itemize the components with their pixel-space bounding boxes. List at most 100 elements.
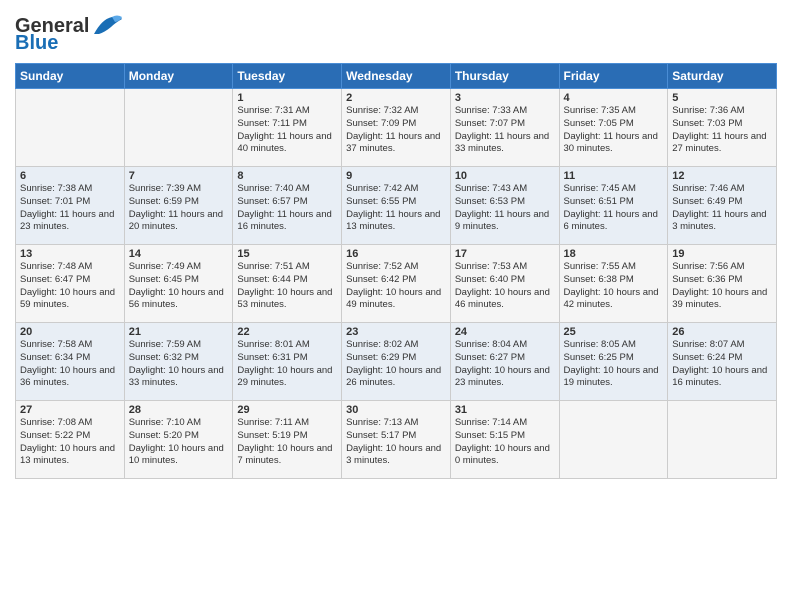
calendar-cell: 3Sunrise: 7:33 AM Sunset: 7:07 PM Daylig… [450, 89, 559, 167]
day-info: Sunrise: 7:45 AM Sunset: 6:51 PM Dayligh… [564, 183, 664, 234]
day-number: 1 [237, 92, 337, 104]
day-info: Sunrise: 7:36 AM Sunset: 7:03 PM Dayligh… [672, 105, 772, 156]
day-number: 5 [672, 92, 772, 104]
calendar-cell: 2Sunrise: 7:32 AM Sunset: 7:09 PM Daylig… [342, 89, 451, 167]
col-header-sunday: Sunday [16, 64, 125, 89]
calendar-cell: 6Sunrise: 7:38 AM Sunset: 7:01 PM Daylig… [16, 167, 125, 245]
day-info: Sunrise: 7:58 AM Sunset: 6:34 PM Dayligh… [20, 339, 120, 390]
col-header-monday: Monday [124, 64, 233, 89]
page-container: General Blue SundayMondayTuesdayWednesda… [0, 0, 792, 489]
calendar-cell: 7Sunrise: 7:39 AM Sunset: 6:59 PM Daylig… [124, 167, 233, 245]
calendar-cell: 16Sunrise: 7:52 AM Sunset: 6:42 PM Dayli… [342, 245, 451, 323]
week-row: 1Sunrise: 7:31 AM Sunset: 7:11 PM Daylig… [16, 89, 777, 167]
calendar-cell: 9Sunrise: 7:42 AM Sunset: 6:55 PM Daylig… [342, 167, 451, 245]
day-number: 28 [129, 404, 229, 416]
day-number: 3 [455, 92, 555, 104]
day-info: Sunrise: 7:08 AM Sunset: 5:22 PM Dayligh… [20, 417, 120, 468]
day-info: Sunrise: 7:39 AM Sunset: 6:59 PM Dayligh… [129, 183, 229, 234]
day-number: 8 [237, 170, 337, 182]
day-info: Sunrise: 7:11 AM Sunset: 5:19 PM Dayligh… [237, 417, 337, 468]
header-row: SundayMondayTuesdayWednesdayThursdayFrid… [16, 64, 777, 89]
day-info: Sunrise: 7:59 AM Sunset: 6:32 PM Dayligh… [129, 339, 229, 390]
day-number: 11 [564, 170, 664, 182]
day-info: Sunrise: 7:33 AM Sunset: 7:07 PM Dayligh… [455, 105, 555, 156]
day-number: 17 [455, 248, 555, 260]
col-header-wednesday: Wednesday [342, 64, 451, 89]
calendar-cell: 1Sunrise: 7:31 AM Sunset: 7:11 PM Daylig… [233, 89, 342, 167]
page-header: General Blue [15, 10, 777, 55]
calendar-cell: 4Sunrise: 7:35 AM Sunset: 7:05 PM Daylig… [559, 89, 668, 167]
day-info: Sunrise: 7:31 AM Sunset: 7:11 PM Dayligh… [237, 105, 337, 156]
calendar-cell: 13Sunrise: 7:48 AM Sunset: 6:47 PM Dayli… [16, 245, 125, 323]
day-info: Sunrise: 7:38 AM Sunset: 7:01 PM Dayligh… [20, 183, 120, 234]
day-number: 25 [564, 326, 664, 338]
calendar-cell: 12Sunrise: 7:46 AM Sunset: 6:49 PM Dayli… [668, 167, 777, 245]
day-info: Sunrise: 7:43 AM Sunset: 6:53 PM Dayligh… [455, 183, 555, 234]
day-number: 13 [20, 248, 120, 260]
day-number: 2 [346, 92, 446, 104]
day-number: 30 [346, 404, 446, 416]
calendar-cell: 22Sunrise: 8:01 AM Sunset: 6:31 PM Dayli… [233, 323, 342, 401]
calendar-cell [16, 89, 125, 167]
logo-wrapper: General Blue [15, 14, 124, 55]
day-number: 19 [672, 248, 772, 260]
day-info: Sunrise: 7:55 AM Sunset: 6:38 PM Dayligh… [564, 261, 664, 312]
day-info: Sunrise: 7:48 AM Sunset: 6:47 PM Dayligh… [20, 261, 120, 312]
calendar-cell: 25Sunrise: 8:05 AM Sunset: 6:25 PM Dayli… [559, 323, 668, 401]
calendar-cell: 18Sunrise: 7:55 AM Sunset: 6:38 PM Dayli… [559, 245, 668, 323]
week-row: 20Sunrise: 7:58 AM Sunset: 6:34 PM Dayli… [16, 323, 777, 401]
calendar-cell: 24Sunrise: 8:04 AM Sunset: 6:27 PM Dayli… [450, 323, 559, 401]
day-info: Sunrise: 7:42 AM Sunset: 6:55 PM Dayligh… [346, 183, 446, 234]
day-number: 7 [129, 170, 229, 182]
day-number: 29 [237, 404, 337, 416]
col-header-saturday: Saturday [668, 64, 777, 89]
logo-bird-icon [92, 14, 124, 38]
day-info: Sunrise: 7:52 AM Sunset: 6:42 PM Dayligh… [346, 261, 446, 312]
calendar-cell [124, 89, 233, 167]
day-number: 4 [564, 92, 664, 104]
day-info: Sunrise: 7:13 AM Sunset: 5:17 PM Dayligh… [346, 417, 446, 468]
calendar-cell: 8Sunrise: 7:40 AM Sunset: 6:57 PM Daylig… [233, 167, 342, 245]
calendar-cell: 27Sunrise: 7:08 AM Sunset: 5:22 PM Dayli… [16, 401, 125, 479]
calendar-cell: 10Sunrise: 7:43 AM Sunset: 6:53 PM Dayli… [450, 167, 559, 245]
day-info: Sunrise: 7:10 AM Sunset: 5:20 PM Dayligh… [129, 417, 229, 468]
calendar-cell [668, 401, 777, 479]
calendar-cell: 26Sunrise: 8:07 AM Sunset: 6:24 PM Dayli… [668, 323, 777, 401]
calendar-cell: 11Sunrise: 7:45 AM Sunset: 6:51 PM Dayli… [559, 167, 668, 245]
calendar-cell: 15Sunrise: 7:51 AM Sunset: 6:44 PM Dayli… [233, 245, 342, 323]
day-number: 27 [20, 404, 120, 416]
day-number: 20 [20, 326, 120, 338]
day-number: 21 [129, 326, 229, 338]
day-number: 14 [129, 248, 229, 260]
week-row: 13Sunrise: 7:48 AM Sunset: 6:47 PM Dayli… [16, 245, 777, 323]
calendar-cell: 17Sunrise: 7:53 AM Sunset: 6:40 PM Dayli… [450, 245, 559, 323]
day-info: Sunrise: 8:04 AM Sunset: 6:27 PM Dayligh… [455, 339, 555, 390]
calendar-table: SundayMondayTuesdayWednesdayThursdayFrid… [15, 63, 777, 479]
day-info: Sunrise: 7:49 AM Sunset: 6:45 PM Dayligh… [129, 261, 229, 312]
week-row: 6Sunrise: 7:38 AM Sunset: 7:01 PM Daylig… [16, 167, 777, 245]
day-info: Sunrise: 8:02 AM Sunset: 6:29 PM Dayligh… [346, 339, 446, 390]
calendar-cell: 21Sunrise: 7:59 AM Sunset: 6:32 PM Dayli… [124, 323, 233, 401]
day-info: Sunrise: 8:05 AM Sunset: 6:25 PM Dayligh… [564, 339, 664, 390]
day-info: Sunrise: 7:35 AM Sunset: 7:05 PM Dayligh… [564, 105, 664, 156]
day-number: 24 [455, 326, 555, 338]
calendar-cell: 20Sunrise: 7:58 AM Sunset: 6:34 PM Dayli… [16, 323, 125, 401]
day-number: 31 [455, 404, 555, 416]
calendar-cell: 23Sunrise: 8:02 AM Sunset: 6:29 PM Dayli… [342, 323, 451, 401]
calendar-cell: 14Sunrise: 7:49 AM Sunset: 6:45 PM Dayli… [124, 245, 233, 323]
day-number: 10 [455, 170, 555, 182]
day-info: Sunrise: 7:46 AM Sunset: 6:49 PM Dayligh… [672, 183, 772, 234]
day-info: Sunrise: 7:32 AM Sunset: 7:09 PM Dayligh… [346, 105, 446, 156]
day-number: 12 [672, 170, 772, 182]
calendar-cell: 5Sunrise: 7:36 AM Sunset: 7:03 PM Daylig… [668, 89, 777, 167]
day-number: 16 [346, 248, 446, 260]
day-info: Sunrise: 8:07 AM Sunset: 6:24 PM Dayligh… [672, 339, 772, 390]
calendar-cell: 30Sunrise: 7:13 AM Sunset: 5:17 PM Dayli… [342, 401, 451, 479]
week-row: 27Sunrise: 7:08 AM Sunset: 5:22 PM Dayli… [16, 401, 777, 479]
calendar-cell: 31Sunrise: 7:14 AM Sunset: 5:15 PM Dayli… [450, 401, 559, 479]
day-number: 9 [346, 170, 446, 182]
day-number: 22 [237, 326, 337, 338]
day-info: Sunrise: 7:51 AM Sunset: 6:44 PM Dayligh… [237, 261, 337, 312]
day-info: Sunrise: 8:01 AM Sunset: 6:31 PM Dayligh… [237, 339, 337, 390]
col-header-friday: Friday [559, 64, 668, 89]
